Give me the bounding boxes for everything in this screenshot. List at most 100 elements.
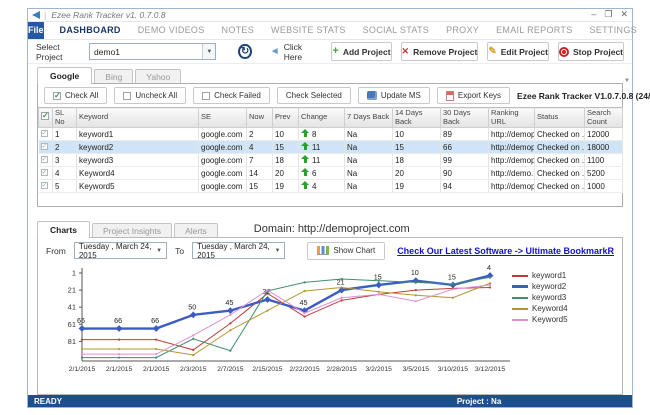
table-row[interactable]: 1keyword1google.com2108Na1089http://demo… (39, 128, 623, 141)
table-row[interactable]: 3keyword3google.com71811Na1899http://dem… (39, 154, 623, 167)
add-project-button[interactable]: +Add Project (331, 42, 391, 61)
svg-text:2/7/2015: 2/7/2015 (217, 366, 244, 373)
row-checkbox-cell[interactable] (39, 180, 53, 193)
menu-item-settings[interactable]: SETTINGS (590, 25, 637, 35)
version-text: Ezee Rank Tracker V1.0.7.0.8 (24/03/2015… (517, 91, 650, 101)
show-chart-button[interactable]: Show Chart (307, 242, 385, 260)
column-header-sl-no[interactable]: SL No (53, 108, 77, 128)
file-menu-button[interactable]: File (28, 22, 44, 39)
minimize-button[interactable]: – (591, 10, 596, 19)
tab-alerts[interactable]: Alerts (174, 223, 218, 238)
check-selected-button[interactable]: Check Selected (277, 87, 351, 104)
cell-keyword: keyword1 (77, 128, 199, 141)
menu-item-dashboard[interactable]: DASHBOARD (60, 25, 121, 35)
refresh-icon[interactable] (238, 44, 251, 59)
row-checkbox-cell[interactable] (39, 154, 53, 167)
tab-project-insights[interactable]: Project Insights (92, 223, 172, 238)
to-date-select[interactable]: Tuesday , March 24, 2015 ▼ (192, 242, 285, 259)
menu-bar: File DASHBOARD DEMO VIDEOS NOTES WEBSITE ST… (28, 22, 632, 40)
svg-text:50: 50 (188, 302, 196, 311)
cell-keyword: Keyword4 (77, 167, 199, 180)
cell-change: 11 (299, 154, 345, 167)
checkbox-icon[interactable] (41, 130, 48, 137)
tab-charts[interactable]: Charts (37, 221, 90, 238)
checked-box-icon (41, 112, 49, 120)
column-header-search-count[interactable]: Search Count (585, 108, 623, 128)
column-header-now[interactable]: Now (247, 108, 273, 128)
cell-sl-no: 5 (53, 180, 77, 193)
export-keys-label: Export Keys (458, 91, 501, 100)
arrow-left-icon: ◄ (270, 47, 280, 57)
column-header-change[interactable]: Change (299, 108, 345, 128)
click-here-hint[interactable]: ◄ Click Here (270, 42, 316, 62)
cell-30-days-back: 94 (441, 180, 489, 193)
check-failed-label: Check Failed (214, 91, 261, 100)
table-row[interactable]: 5Keyword5google.com15194Na1994http://dem… (39, 180, 623, 193)
legend-swatch (512, 319, 528, 321)
column-header-status[interactable]: Status (535, 108, 585, 128)
checkbox-icon[interactable] (41, 143, 48, 150)
to-label: To (175, 246, 184, 256)
checkbox-icon[interactable] (41, 182, 48, 189)
menu-item-email-reports[interactable]: EMAIL REPORTS (496, 25, 572, 35)
export-keys-button[interactable]: Export Keys (437, 87, 510, 104)
svg-text:2/3/2015: 2/3/2015 (180, 366, 207, 373)
legend-swatch (512, 297, 528, 299)
column-header-30-days-back[interactable]: 30 Days Back (441, 108, 489, 128)
tab-google[interactable]: Google (37, 67, 92, 84)
cell-change: 11 (299, 141, 345, 154)
menu-item-social-stats[interactable]: SOCIAL STATS (363, 25, 429, 35)
column-header-ranking-url[interactable]: Ranking URL (489, 108, 535, 128)
table-row[interactable]: 4Keyword4google.com14206Na2090http://dem… (39, 167, 623, 180)
cell-status: Checked on ... (535, 141, 585, 154)
menu-item-proxy[interactable]: PROXY (446, 25, 479, 35)
legend-swatch (512, 285, 528, 288)
cell-search-count: 1000 (585, 180, 623, 193)
window-title: Ezee Rank Tracker v1. 0.7.0.8 (51, 10, 591, 20)
remove-project-label: Remove Project (413, 47, 477, 57)
checkbox-icon[interactable] (41, 169, 48, 176)
uncheck-all-button[interactable]: Uncheck All (114, 87, 186, 104)
column-header-se[interactable]: SE (199, 108, 247, 128)
cell-ranking-url: http://demop... (489, 154, 535, 167)
menu-item-demo-videos[interactable]: DEMO VIDEOS (138, 25, 205, 35)
legend-label: keyword1 (532, 271, 566, 280)
tab-bing[interactable]: Bing (94, 69, 133, 84)
promo-link[interactable]: Check Our Latest Software -> Ultimate Bo… (397, 246, 614, 256)
column-header-14-days-back[interactable]: 14 Days Back (393, 108, 441, 128)
close-button[interactable]: ✕ (620, 10, 628, 19)
row-checkbox-cell[interactable] (39, 128, 53, 141)
toolbar-overflow-icon[interactable]: ▼ (624, 78, 630, 84)
remove-project-button[interactable]: ✕Remove Project (401, 42, 479, 61)
project-select[interactable]: demo1 ▼ (89, 43, 216, 60)
svg-text:61: 61 (68, 320, 76, 329)
tab-yahoo[interactable]: Yahoo (135, 69, 181, 84)
up-arrow-icon (301, 142, 310, 151)
cell-status: Checked on ... (535, 180, 585, 193)
row-checkbox-cell[interactable] (39, 141, 53, 154)
column-header-prev[interactable]: Prev (273, 108, 299, 128)
from-date-select[interactable]: Tuesday , March 24, 2015 ▼ (74, 242, 167, 259)
cell-7-days-back: Na (345, 154, 393, 167)
stop-project-button[interactable]: Stop Project (558, 42, 624, 61)
chart-legend: keyword1keyword2keyword3Keyword4Keyword5 (512, 271, 568, 324)
update-ms-button[interactable]: Update MS (358, 87, 430, 104)
check-failed-button[interactable]: Check Failed (193, 87, 270, 104)
app-window: | Ezee Rank Tracker v1. 0.7.0.8 – ❐ ✕ Fi… (27, 8, 633, 408)
checkbox-icon[interactable] (41, 156, 48, 163)
maximize-button[interactable]: ❐ (604, 10, 612, 19)
menu-item-notes[interactable]: NOTES (222, 25, 255, 35)
chevron-down-icon: ▼ (156, 248, 162, 254)
cell-7-days-back: Na (345, 180, 393, 193)
check-all-button[interactable]: Check All (44, 87, 107, 104)
select-all-header[interactable] (39, 108, 53, 128)
row-checkbox-cell[interactable] (39, 167, 53, 180)
cell-keyword: Keyword5 (77, 180, 199, 193)
table-row[interactable]: 2keyword2google.com41511Na1566http://dem… (39, 141, 623, 154)
column-header-keyword[interactable]: Keyword (77, 108, 199, 128)
column-header-7-days-back[interactable]: 7 Days Back (345, 108, 393, 128)
menu-item-website-stats[interactable]: WEBSITE STATS (271, 25, 346, 35)
date-range-row: From Tuesday , March 24, 2015 ▼ To Tuesd… (38, 238, 622, 263)
cell-ranking-url: http://demop... (489, 128, 535, 141)
edit-project-button[interactable]: ✎Edit Project (487, 42, 549, 61)
